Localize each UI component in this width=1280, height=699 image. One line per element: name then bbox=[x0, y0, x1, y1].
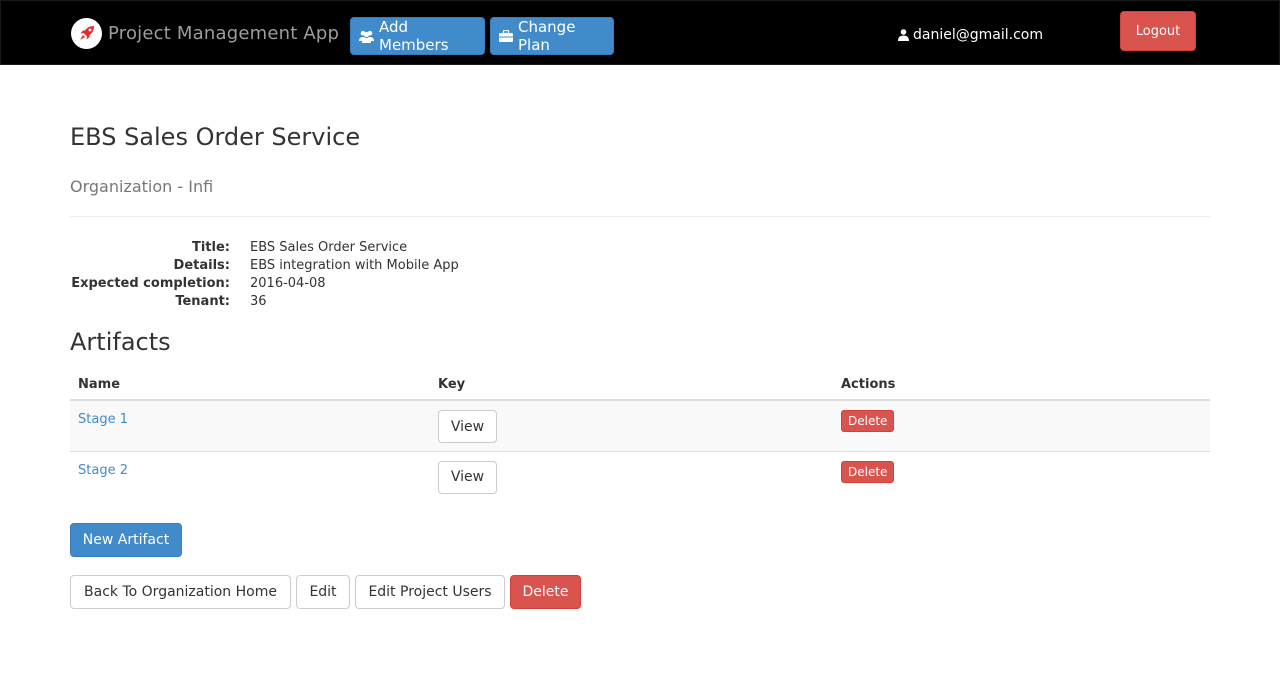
detail-value: EBS Sales Order Service bbox=[250, 240, 408, 255]
top-navbar: Project Management App Add Members Chang… bbox=[0, 0, 1280, 65]
new-artifact-button[interactable]: New Artifact bbox=[70, 523, 182, 557]
change-plan-label: Change Plan bbox=[518, 18, 576, 54]
detail-row-title: Title: EBS Sales Order Service bbox=[70, 239, 670, 257]
change-plan-button[interactable]: Change Plan bbox=[490, 17, 614, 55]
users-icon bbox=[359, 30, 374, 43]
brand-name: Project Management App bbox=[108, 22, 340, 44]
organization-subtitle: Organization - Infi bbox=[70, 177, 214, 196]
detail-row-expected-completion: Expected completion: 2016-04-08 bbox=[70, 275, 670, 293]
detail-value: 2016-04-08 bbox=[250, 276, 326, 291]
rocket-icon bbox=[71, 17, 102, 49]
column-header-key: Key bbox=[430, 370, 833, 401]
briefcase-icon bbox=[499, 30, 513, 42]
project-details: Title: EBS Sales Order Service Details: … bbox=[70, 239, 670, 311]
detail-value: EBS integration with Mobile App bbox=[250, 258, 459, 273]
artifact-name-cell: Stage 2 bbox=[70, 451, 430, 502]
table-row: Stage 2 View Delete bbox=[70, 451, 1210, 502]
artifacts-heading: Artifacts bbox=[70, 328, 171, 356]
artifact-link[interactable]: Stage 2 bbox=[78, 463, 128, 478]
logout-button[interactable]: Logout bbox=[1120, 11, 1196, 51]
artifact-name-cell: Stage 1 bbox=[70, 400, 430, 452]
user-icon bbox=[898, 29, 909, 41]
detail-row-details: Details: EBS integration with Mobile App bbox=[70, 257, 670, 275]
detail-value: 36 bbox=[250, 294, 267, 309]
detail-label: Details: bbox=[173, 258, 230, 273]
page-title: EBS Sales Order Service bbox=[70, 123, 361, 151]
artifacts-table: Name Key Actions Stage 1 View Delete Sta… bbox=[70, 370, 1210, 502]
column-header-name: Name bbox=[70, 370, 430, 401]
artifact-actions-cell: Delete bbox=[833, 451, 1210, 502]
edit-button[interactable]: Edit bbox=[296, 575, 350, 609]
artifact-actions-cell: Delete bbox=[833, 400, 1210, 452]
artifact-key-cell: View bbox=[430, 451, 833, 502]
view-button[interactable]: View bbox=[438, 460, 497, 494]
delete-project-button[interactable]: Delete bbox=[510, 575, 581, 609]
table-header-row: Name Key Actions bbox=[70, 370, 1210, 401]
add-members-button[interactable]: Add Members bbox=[350, 17, 485, 55]
view-button[interactable]: View bbox=[438, 410, 497, 443]
delete-artifact-button[interactable]: Delete bbox=[841, 460, 895, 483]
detail-label: Expected completion: bbox=[71, 276, 230, 291]
detail-label: Tenant: bbox=[175, 294, 230, 309]
add-members-label: Add Members bbox=[379, 18, 449, 54]
detail-label: Title: bbox=[191, 240, 230, 255]
back-to-organization-button[interactable]: Back To Organization Home bbox=[70, 575, 291, 609]
column-header-actions: Actions bbox=[833, 370, 1210, 401]
user-email: daniel@gmail.com bbox=[913, 27, 1043, 43]
brand-link[interactable]: Project Management App bbox=[71, 17, 339, 49]
delete-artifact-button[interactable]: Delete bbox=[841, 410, 895, 432]
user-account[interactable]: daniel@gmail.com bbox=[898, 27, 1043, 43]
table-row: Stage 1 View Delete bbox=[70, 400, 1210, 452]
edit-project-users-button[interactable]: Edit Project Users bbox=[355, 575, 505, 609]
artifact-key-cell: View bbox=[430, 400, 833, 452]
divider bbox=[70, 216, 1210, 217]
artifact-link[interactable]: Stage 1 bbox=[78, 412, 128, 427]
detail-row-tenant: Tenant: 36 bbox=[70, 293, 670, 311]
